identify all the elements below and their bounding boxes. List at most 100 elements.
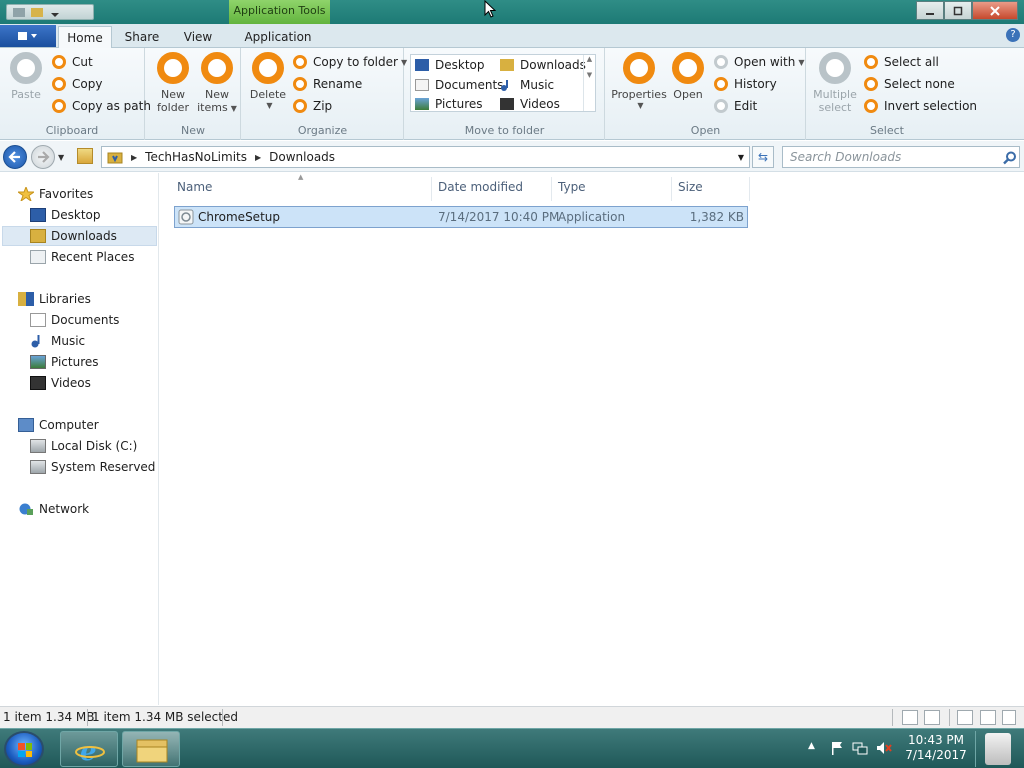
move-to-pictures[interactable]: Pictures xyxy=(415,95,483,113)
search-input[interactable]: Search Downloads xyxy=(782,146,1020,168)
desktop-icon xyxy=(415,59,429,71)
nav-pictures[interactable]: Pictures xyxy=(30,352,99,372)
breadcrumb-separator-icon[interactable]: ▶ xyxy=(131,153,137,162)
select-none-label: Select none xyxy=(884,77,955,91)
show-desktop-button[interactable] xyxy=(975,731,1019,767)
paste-button[interactable]: Paste xyxy=(6,52,46,101)
forward-button[interactable] xyxy=(31,145,55,169)
start-button[interactable] xyxy=(4,731,44,767)
system-clock[interactable]: 10:43 PM 7/14/2017 xyxy=(900,733,972,763)
address-bar[interactable]: ▶ TechHasNoLimits ▶ Downloads ▼ xyxy=(101,146,750,168)
copy-path-button[interactable]: Copy as path xyxy=(52,97,151,115)
open-with-button[interactable]: Open with ▼ xyxy=(714,53,804,71)
rename-button[interactable]: Rename xyxy=(293,75,362,93)
open-button[interactable]: Open xyxy=(670,52,706,101)
nav-documents[interactable]: Documents xyxy=(30,310,119,330)
forward-arrow-icon xyxy=(38,151,50,163)
navigation-pane-toggle-icon[interactable] xyxy=(1002,710,1016,725)
help-icon[interactable]: ? xyxy=(1006,28,1020,42)
move-to-desktop[interactable]: Desktop xyxy=(415,56,485,74)
quick-access-toolbar xyxy=(6,4,94,20)
select-none-button[interactable]: Select none xyxy=(864,75,955,93)
preview-pane-icon[interactable] xyxy=(957,710,973,725)
breadcrumb-separator-icon[interactable]: ▶ xyxy=(255,153,261,162)
action-center-flag-icon[interactable] xyxy=(830,741,844,758)
nav-favorites[interactable]: Favorites xyxy=(16,184,93,204)
taskbar-internet-explorer[interactable]: e xyxy=(60,731,118,767)
refresh-button[interactable]: ⇆ xyxy=(752,146,774,168)
move-to-downloads[interactable]: Downloads xyxy=(500,56,586,74)
back-button[interactable] xyxy=(3,145,27,169)
large-icons-view-icon[interactable] xyxy=(924,710,940,725)
search-icon[interactable] xyxy=(1003,151,1017,168)
address-dropdown-icon[interactable]: ▼ xyxy=(738,153,744,162)
tab-home[interactable]: Home xyxy=(58,26,112,48)
breadcrumb-item-current[interactable]: Downloads xyxy=(269,150,335,164)
column-header-type[interactable]: Type xyxy=(558,180,586,198)
delete-button[interactable]: Delete ▼ xyxy=(248,52,288,110)
nav-network[interactable]: Network xyxy=(18,499,89,519)
select-all-button[interactable]: Select all xyxy=(864,53,939,71)
invert-selection-button[interactable]: Invert selection xyxy=(864,97,977,115)
network-status-icon[interactable] xyxy=(852,741,868,758)
copy-button[interactable]: Copy xyxy=(52,75,102,93)
properties-button[interactable]: Properties ▼ xyxy=(610,52,668,110)
column-divider[interactable] xyxy=(749,177,750,201)
nav-videos[interactable]: Videos xyxy=(30,373,91,393)
column-header-date[interactable]: Date modified xyxy=(438,180,523,198)
tab-share[interactable]: Share xyxy=(116,26,168,48)
close-button[interactable] xyxy=(972,1,1018,20)
cut-button[interactable]: Cut xyxy=(52,53,93,71)
nav-desktop[interactable]: Desktop xyxy=(30,205,101,225)
zip-button[interactable]: Zip xyxy=(293,97,332,115)
up-folder-icon[interactable] xyxy=(77,148,93,164)
nav-music[interactable]: Music xyxy=(30,331,85,351)
column-divider[interactable] xyxy=(671,177,672,201)
history-button[interactable]: History xyxy=(714,75,777,93)
copy-to-icon xyxy=(293,55,307,69)
details-view-icon[interactable] xyxy=(902,710,918,725)
show-hidden-icons-icon[interactable]: ▲ xyxy=(808,741,815,751)
tab-application[interactable]: Application xyxy=(236,26,320,48)
nav-system-reserved[interactable]: System Reserved (D: xyxy=(30,457,158,477)
multiple-select-button[interactable]: Multiple select xyxy=(811,52,859,114)
move-to-downloads-label: Downloads xyxy=(520,58,586,72)
volume-muted-icon[interactable] xyxy=(876,741,892,758)
minimize-button[interactable] xyxy=(916,1,944,20)
taskbar-file-explorer[interactable] xyxy=(122,731,180,767)
file-menu-button[interactable] xyxy=(0,25,56,47)
move-to-music[interactable]: Music xyxy=(500,76,554,94)
tab-view[interactable]: View xyxy=(172,26,224,48)
properties-icon[interactable] xyxy=(13,8,25,17)
column-divider[interactable] xyxy=(431,177,432,201)
multiple-select-label-1: Multiple xyxy=(813,88,857,101)
new-folder-icon[interactable] xyxy=(31,8,43,17)
column-divider[interactable] xyxy=(551,177,552,201)
copy-to-folder-button[interactable]: Copy to folder ▼ xyxy=(293,53,407,71)
recent-locations-chevron-icon[interactable]: ▼ xyxy=(58,153,64,162)
new-items-label-2: items xyxy=(197,101,228,114)
new-folder-button[interactable]: New folder xyxy=(152,52,194,114)
details-pane-icon[interactable] xyxy=(980,710,996,725)
column-header-name[interactable]: Name xyxy=(177,180,212,198)
column-header-size[interactable]: Size xyxy=(678,180,703,198)
nav-libraries[interactable]: Libraries xyxy=(18,289,91,309)
new-items-button[interactable]: New items ▼ xyxy=(196,52,238,114)
nav-documents-label: Documents xyxy=(51,313,120,327)
nav-recent-places[interactable]: Recent Places xyxy=(30,247,134,267)
table-row[interactable]: ChromeSetup 7/14/2017 10:40 PM Applicati… xyxy=(174,206,748,228)
move-to-documents[interactable]: Documents xyxy=(415,76,503,94)
breadcrumb-item[interactable]: TechHasNoLimits xyxy=(145,150,247,164)
navigation-pane: Favorites Desktop Downloads Recent Place… xyxy=(0,173,159,705)
customize-chevron-icon[interactable] xyxy=(51,8,59,17)
gallery-scroll[interactable]: ▲ ▼ xyxy=(583,55,595,111)
nav-computer[interactable]: Computer xyxy=(18,415,99,435)
edit-button[interactable]: Edit xyxy=(714,97,757,115)
select-none-icon xyxy=(864,77,878,91)
nav-downloads[interactable]: Downloads xyxy=(2,226,157,246)
move-to-videos[interactable]: Videos xyxy=(500,95,560,113)
file-date: 7/14/2017 10:40 PM xyxy=(438,210,560,224)
maximize-button[interactable] xyxy=(944,1,972,20)
move-to-pictures-label: Pictures xyxy=(435,97,483,111)
nav-local-disk[interactable]: Local Disk (C:) xyxy=(30,436,137,456)
